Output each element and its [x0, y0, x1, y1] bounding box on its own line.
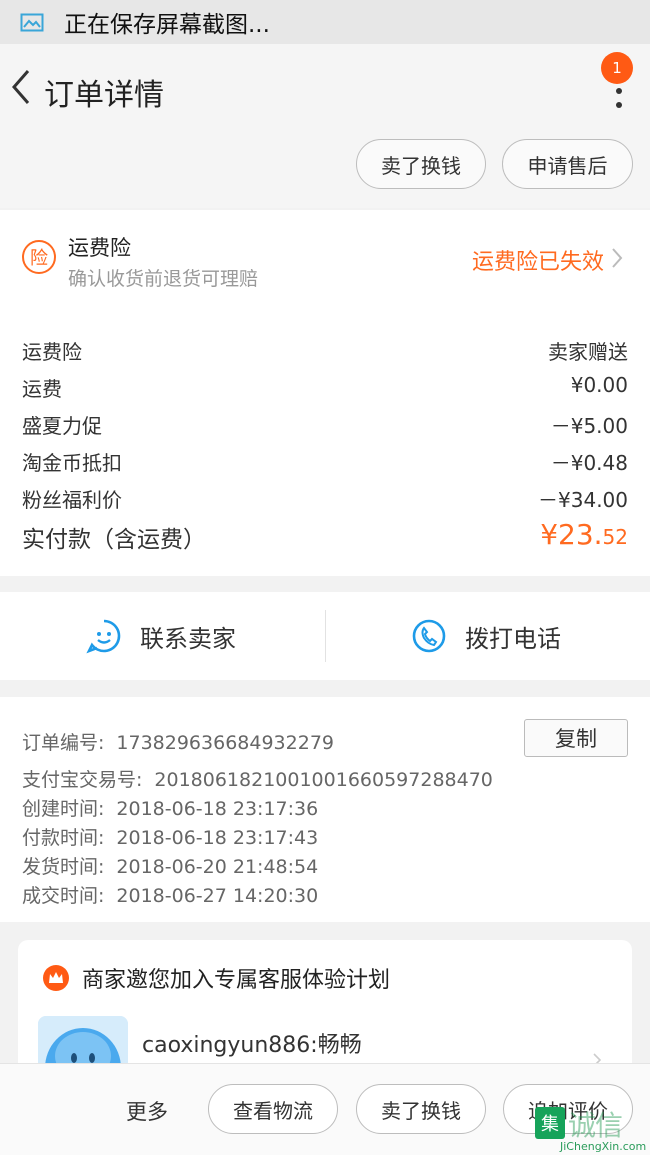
price-row-label: 淘金币抵扣: [22, 451, 122, 475]
watermark-url: JiChengXin.com: [560, 1140, 647, 1153]
total-paid-value: ¥23.52: [540, 518, 628, 551]
alipay-number-row: 支付宝交易号: 2018061821001001660597288470: [22, 765, 493, 792]
notification-badge: 1: [601, 52, 633, 84]
back-button[interactable]: [4, 66, 38, 108]
insurance-status-link[interactable]: 运费险已失效: [472, 244, 604, 276]
sell-for-cash-button[interactable]: 卖了换钱: [356, 139, 486, 189]
total-integer: ¥23.: [540, 518, 603, 551]
alipay-number-value: 2018061821001001660597288470: [154, 769, 493, 791]
nav-bar: 订单详情: [0, 44, 650, 134]
call-phone-button[interactable]: 拨打电话: [411, 592, 561, 680]
price-row-value: ¥0.00: [570, 373, 628, 397]
total-paid-label: 实付款（含运费）: [22, 527, 206, 553]
shipped-time-label: 发货时间:: [22, 856, 105, 878]
closed-time-row: 成交时间: 2018-06-27 14:20:30: [22, 881, 318, 908]
contact-seller-label: 联系卖家: [140, 624, 236, 653]
service-plan-title: 商家邀您加入专属客服体验计划: [82, 968, 391, 993]
insurance-title: 运费险: [68, 236, 131, 260]
price-row-label: 粉丝福利价: [22, 488, 122, 512]
order-number-label: 订单编号:: [22, 732, 105, 754]
order-number-row: 订单编号: 173829636684932279: [22, 728, 334, 755]
chevron-left-icon: [12, 70, 30, 104]
paid-time-value: 2018-06-18 23:17:43: [116, 827, 319, 849]
copy-button[interactable]: 复制: [524, 719, 628, 757]
apply-after-sale-button[interactable]: 申请售后: [502, 139, 633, 189]
view-logistics-button[interactable]: 查看物流: [208, 1084, 338, 1134]
price-row-value: －¥5.00: [550, 414, 628, 438]
dot-icon: [616, 102, 622, 108]
insurance-icon: 险: [22, 240, 56, 274]
insurance-subtitle: 确认收货前退货可理赔: [68, 268, 259, 290]
contact-seller-button[interactable]: 联系卖家: [86, 592, 236, 680]
price-row-label: 运费: [22, 377, 62, 401]
price-row-value: －¥34.00: [538, 488, 628, 512]
total-decimal: 52: [602, 525, 628, 549]
order-number-value: 173829636684932279: [116, 732, 334, 754]
paid-time-label: 付款时间:: [22, 827, 105, 849]
created-time-label: 创建时间:: [22, 798, 105, 820]
sell-for-cash-bottom-button[interactable]: 卖了换钱: [356, 1084, 486, 1134]
paid-time-row: 付款时间: 2018-06-18 23:17:43: [22, 823, 318, 850]
price-row-value: －¥0.48: [550, 451, 628, 475]
watermark-logo: 集: [535, 1107, 565, 1139]
price-row-label: 运费险: [22, 340, 82, 364]
phone-icon: [412, 619, 446, 653]
created-time-row: 创建时间: 2018-06-18 23:17:36: [22, 794, 318, 821]
price-row-label: 盛夏力促: [22, 414, 102, 438]
closed-time-value: 2018-06-27 14:20:30: [116, 885, 319, 907]
shipped-time-row: 发货时间: 2018-06-20 21:48:54: [22, 852, 318, 879]
top-actions: 卖了换钱 申请售后: [0, 134, 650, 208]
alipay-number-label: 支付宝交易号:: [22, 769, 143, 791]
screenshot-icon: [20, 13, 44, 32]
call-phone-label: 拨打电话: [465, 624, 561, 653]
created-time-value: 2018-06-18 23:17:36: [116, 798, 319, 820]
service-agent-name: caoxingyun886:畅畅: [142, 1033, 362, 1058]
dot-icon: [616, 88, 622, 94]
more-button[interactable]: 更多: [126, 1096, 168, 1126]
crown-icon: [43, 965, 69, 991]
status-bar: 正在保存屏幕截图...: [0, 0, 650, 44]
watermark-text: 诚信: [568, 1109, 623, 1142]
status-text: 正在保存屏幕截图...: [64, 12, 270, 38]
price-row-value: 卖家赠送: [548, 340, 628, 364]
chat-face-icon: [86, 619, 121, 654]
closed-time-label: 成交时间:: [22, 885, 105, 907]
chevron-right-icon[interactable]: [610, 246, 624, 270]
page-title: 订单详情: [44, 78, 164, 113]
shipped-time-value: 2018-06-20 21:48:54: [116, 856, 319, 878]
divider: [325, 610, 326, 662]
